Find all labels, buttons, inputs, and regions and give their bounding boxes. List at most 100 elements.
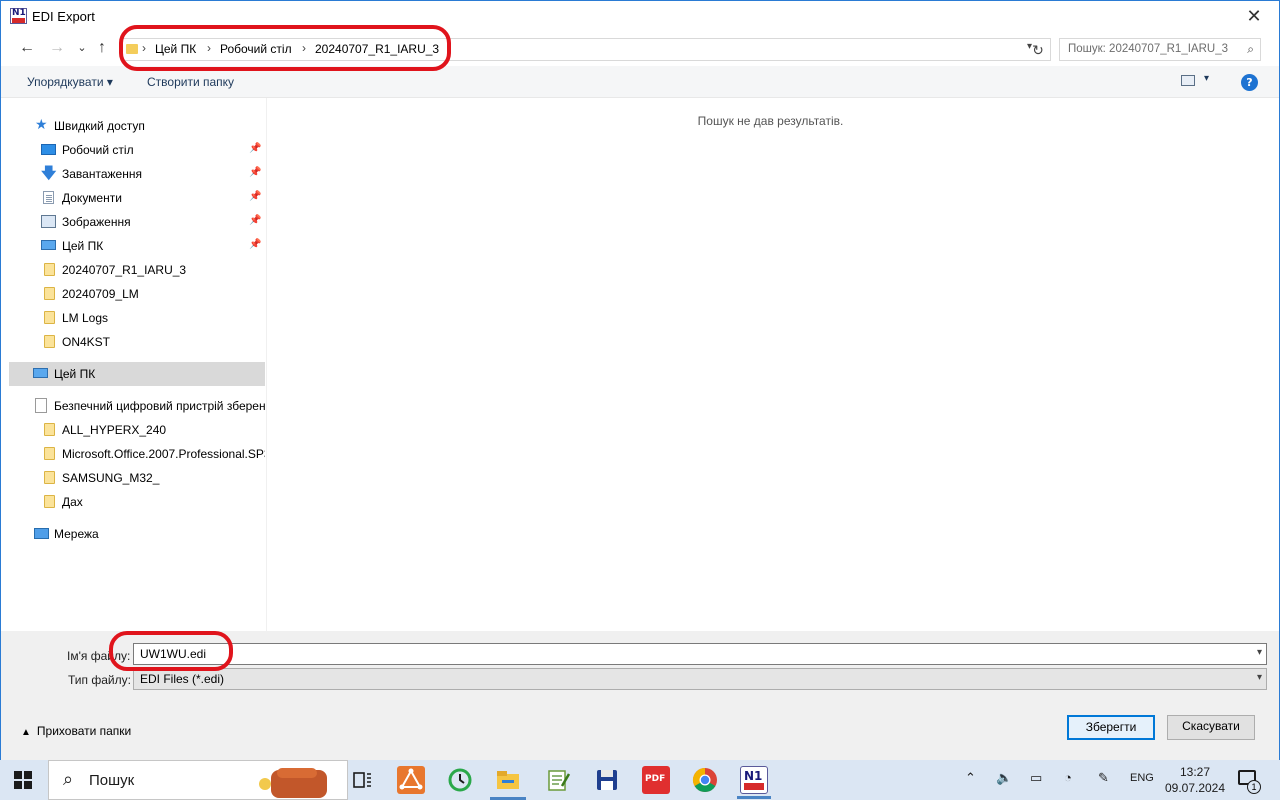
sidebar-item-folder[interactable]: 20240707_R1_IARU_3 <box>9 258 265 282</box>
file-list-area[interactable]: Пошук не дав результатів. <box>268 98 1273 631</box>
search-input[interactable]: Пошук: 20240707_R1_IARU_3 ⌕ <box>1059 38 1261 61</box>
sidebar-item-secure-device[interactable]: Безпечний цифровий пристрій зберенн <box>9 394 265 418</box>
empty-results-message: Пошук не дав результатів. <box>697 114 844 128</box>
forward-button[interactable]: → <box>46 37 68 59</box>
folder-icon <box>44 311 55 324</box>
folder-icon <box>44 447 55 460</box>
pictures-icon <box>41 215 56 228</box>
chrome-browser-icon[interactable] <box>691 766 719 794</box>
sidebar-item-pictures[interactable]: Зображення 📌 <box>9 210 265 234</box>
breadcrumb-current-folder[interactable]: 20240707_R1_IARU_3 <box>315 42 439 56</box>
navigation-bar: ← → ⌄ ↑ › Цей ПК › Робочий стіл › 202407… <box>1 32 1279 66</box>
back-button[interactable]: ← <box>16 37 38 59</box>
new-folder-button[interactable]: Створити папку <box>147 75 234 89</box>
notepad-app-icon[interactable] <box>544 766 572 794</box>
battery-icon[interactable]: ▭ <box>1030 770 1042 786</box>
folder-icon <box>44 495 55 508</box>
computer-icon <box>41 240 56 250</box>
pdf-app-icon[interactable]: PDF <box>642 766 670 794</box>
chevron-down-icon[interactable]: ▾ <box>1257 672 1262 683</box>
sidebar-item-folder[interactable]: SAMSUNG_M32_ <box>9 466 265 490</box>
pin-icon: 📌 <box>249 191 262 202</box>
network-map-app-icon[interactable] <box>397 766 425 794</box>
search-icon: ⌕ <box>1247 42 1254 56</box>
taskbar: ⌕ Пошук PDF N1 ⌃ 🔈 ▭ ◔ ✎ ENG 13:27 09.07… <box>0 760 1280 800</box>
sidebar-item-this-pc[interactable]: Цей ПК <box>9 362 265 386</box>
sidebar-item-network[interactable]: Мережа <box>9 522 265 546</box>
desktop-icon <box>41 144 56 155</box>
star-icon: ★ <box>35 116 48 132</box>
show-hidden-icons-chevron-icon[interactable]: ⌃ <box>965 770 976 786</box>
hide-folders-toggle[interactable]: ▲ Приховати папки <box>21 724 131 738</box>
sidebar-item-quick-access[interactable]: ★ Швидкий доступ <box>9 114 265 138</box>
pin-icon: 📌 <box>249 239 262 250</box>
view-options-icon[interactable] <box>1181 75 1195 86</box>
filename-field[interactable]: UW1WU.edi ▾ <box>133 643 1267 665</box>
folder-icon <box>44 471 55 484</box>
pen-ink-icon[interactable]: ✎ <box>1098 770 1109 786</box>
sidebar-item-folder[interactable]: Дах <box>9 490 265 514</box>
search-highlight-illustration <box>259 768 327 798</box>
sidebar-item-folder[interactable]: ON4KST <box>9 330 265 354</box>
close-button[interactable]: ✕ <box>1239 5 1269 29</box>
chevron-down-icon[interactable]: ▾ <box>1257 647 1262 658</box>
folder-icon <box>126 44 138 54</box>
breadcrumb-desktop[interactable]: Робочий стіл <box>220 42 292 56</box>
filename-label: Ім'я файлу: <box>67 649 131 663</box>
sidebar-item-folder[interactable]: Microsoft.Office.2007.Professional.SP3 <box>9 442 265 466</box>
address-bar[interactable]: › Цей ПК › Робочий стіл › 20240707_R1_IA… <box>121 38 1051 61</box>
app-logo-icon: N1 <box>10 8 27 24</box>
chevron-down-icon[interactable]: ▾ <box>1204 73 1209 84</box>
refresh-button[interactable]: ↻ <box>1028 40 1048 60</box>
title-bar: N1 EDI Export ✕ <box>1 1 1279 32</box>
folder-icon <box>44 287 55 300</box>
sidebar-item-folder[interactable]: LM Logs <box>9 306 265 330</box>
filetype-label: Тип файлу: <box>68 673 131 687</box>
sidebar-item-folder[interactable]: 20240709_LM <box>9 282 265 306</box>
cancel-button[interactable]: Скасувати <box>1167 715 1255 740</box>
breadcrumb-this-pc[interactable]: Цей ПК <box>155 42 196 56</box>
window-title: EDI Export <box>32 9 95 24</box>
windows-start-icon[interactable] <box>14 771 32 789</box>
save-form: Ім'я файлу: UW1WU.edi ▾ Тип файлу: EDI F… <box>1 631 1279 761</box>
command-toolbar: Упорядкувати ▾ Створити папку ▾ ? <box>1 66 1279 98</box>
pin-icon: 📌 <box>249 143 262 154</box>
pin-icon: 📌 <box>249 215 262 226</box>
save-dialog-window: N1 EDI Export ✕ ← → ⌄ ↑ › Цей ПК › Робоч… <box>0 0 1280 761</box>
task-view-icon[interactable] <box>348 766 376 794</box>
up-button[interactable]: ↑ <box>91 37 113 59</box>
chevron-right-icon: › <box>142 41 146 55</box>
chevron-up-icon: ▲ <box>21 727 31 738</box>
sidebar-item-documents[interactable]: Документи 📌 <box>9 186 265 210</box>
sidebar-item-this-pc-pinned[interactable]: Цей ПК 📌 <box>9 234 265 258</box>
navigation-pane: ★ Швидкий доступ Робочий стіл 📌 🡇 Завант… <box>9 98 267 631</box>
help-button[interactable]: ? <box>1241 74 1258 91</box>
folder-icon <box>44 263 55 276</box>
documents-icon <box>43 191 54 204</box>
system-clock[interactable]: 13:27 09.07.2024 <box>1163 764 1227 796</box>
sidebar-item-downloads[interactable]: 🡇 Завантаження 📌 <box>9 162 265 186</box>
input-language-indicator[interactable]: ENG <box>1130 772 1154 784</box>
pin-icon: 📌 <box>249 167 262 178</box>
volume-muted-icon[interactable]: 🔈 <box>996 770 1012 786</box>
sidebar-item-desktop[interactable]: Робочий стіл 📌 <box>9 138 265 162</box>
filetype-select[interactable]: EDI Files (*.edi) ▾ <box>133 668 1267 690</box>
folder-icon <box>44 423 55 436</box>
wifi-icon[interactable]: ◔ <box>1064 770 1072 785</box>
sidebar-item-folder[interactable]: ALL_HYPERX_240 <box>9 418 265 442</box>
taskbar-search-input[interactable]: ⌕ Пошук <box>48 760 348 800</box>
recent-locations-button[interactable]: ⌄ <box>71 37 93 59</box>
download-icon: 🡇 <box>41 165 57 182</box>
notification-count-badge: 1 <box>1247 780 1261 794</box>
network-icon <box>34 528 49 539</box>
computer-icon <box>33 368 48 378</box>
drive-icon <box>35 398 47 413</box>
file-explorer-icon[interactable] <box>490 766 526 800</box>
folder-icon <box>44 335 55 348</box>
organize-button[interactable]: Упорядкувати ▾ <box>27 75 113 89</box>
search-icon: ⌕ <box>63 769 74 789</box>
save-button[interactable]: Зберегти <box>1067 715 1155 740</box>
n1mm-logger-app-icon[interactable]: N1 <box>737 766 771 799</box>
clock-sync-app-icon[interactable] <box>446 766 474 794</box>
floppy-save-app-icon[interactable] <box>593 766 621 794</box>
